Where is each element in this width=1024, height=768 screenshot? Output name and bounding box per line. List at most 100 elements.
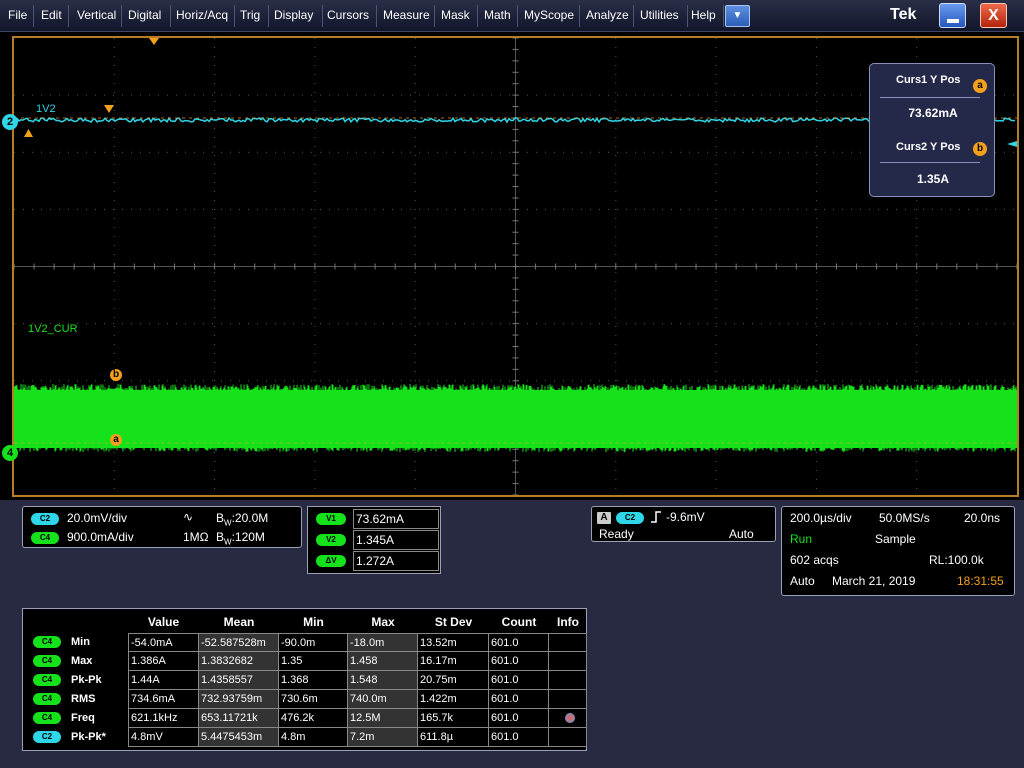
close-button[interactable]: X xyxy=(980,3,1007,28)
row-measure-name[interactable]: Freq xyxy=(71,712,95,724)
menu-mask[interactable]: Mask xyxy=(441,8,470,22)
sample-rate: 50.0MS/s xyxy=(879,511,930,525)
menu-help[interactable]: Help xyxy=(691,8,716,22)
menu-separator xyxy=(477,5,478,27)
row-measure-name[interactable]: Max xyxy=(71,655,92,667)
timebase: 200.0µs/div xyxy=(790,511,852,525)
info-icon[interactable] xyxy=(565,713,575,723)
channel-settings-panel[interactable]: C2 20.0mV/div ∿ BW:20.0M C4 900.0mA/div … xyxy=(22,506,302,548)
cell-info xyxy=(549,690,587,709)
row-channel-badge: C4 xyxy=(33,712,61,724)
cell-info xyxy=(549,671,587,690)
v2-value: 1.345A xyxy=(353,530,439,550)
curs1-badge: a xyxy=(973,79,987,93)
menu-separator xyxy=(322,5,323,27)
menu-math[interactable]: Math xyxy=(484,8,511,22)
menu-separator xyxy=(633,5,634,27)
menu-edit[interactable]: Edit xyxy=(41,8,62,22)
cell-mean: 5.4475453m xyxy=(199,728,279,747)
cursor-values-panel[interactable]: V1 73.62mA V2 1.345A ΔV 1.272A xyxy=(307,506,441,574)
cursor-b-top-marker[interactable] xyxy=(104,105,114,113)
menu-utilities[interactable]: Utilities xyxy=(640,8,679,22)
menu-digital[interactable]: Digital xyxy=(128,8,161,22)
ch4-waveform xyxy=(14,384,1017,452)
menu-horiz-acq[interactable]: Horiz/Acq xyxy=(176,8,228,22)
row-measure-name[interactable]: Pk-Pk xyxy=(71,674,102,686)
row-channel-badge: C4 xyxy=(33,693,61,705)
row-channel-badge: C2 xyxy=(33,731,61,743)
ch4-scale[interactable]: 900.0mA/div xyxy=(67,530,134,544)
trigger-panel[interactable]: A C2 -9.6mV Ready Auto xyxy=(591,506,776,542)
trigger-source-badge: C2 xyxy=(616,512,644,524)
trigger-level: -9.6mV xyxy=(666,510,705,524)
ch2-waveform xyxy=(14,116,1016,124)
status-area: C2 20.0mV/div ∿ BW:20.0M C4 900.0mA/div … xyxy=(0,500,1024,768)
divider xyxy=(880,97,980,98)
cell-min: -90.0m xyxy=(279,633,348,652)
ch4-ground-marker[interactable]: 4 xyxy=(2,445,18,461)
menu-file[interactable]: File xyxy=(8,8,27,22)
row-channel-badge: C4 xyxy=(33,655,61,667)
curs1-label: Curs1 Y Pos xyxy=(896,74,961,86)
menu-trig[interactable]: Trig xyxy=(240,8,260,22)
acq-count: 602 acqs xyxy=(790,553,839,567)
menu-separator xyxy=(268,5,269,27)
row-channel-badge: C4 xyxy=(33,674,61,686)
minimize-button[interactable] xyxy=(939,3,966,28)
record-length: RL:100.0k xyxy=(929,553,984,567)
ch4-badge[interactable]: C4 xyxy=(31,532,59,544)
cursor-readout-panel[interactable]: Curs1 Y Pos a 73.62mA Curs2 Y Pos b 1.35… xyxy=(869,63,995,197)
cell-count: 601.0 xyxy=(489,671,549,690)
run-state: Run xyxy=(790,532,813,546)
menu-dropdown-button[interactable]: ▼ xyxy=(725,5,750,27)
cell-count: 601.0 xyxy=(489,709,549,728)
resolution: 20.0ns xyxy=(964,511,1001,525)
minimize-icon xyxy=(947,19,959,23)
divider xyxy=(880,162,980,163)
curs2-badge: b xyxy=(973,142,987,156)
cell-count: 601.0 xyxy=(489,633,549,652)
menu-vertical[interactable]: Vertical xyxy=(77,8,116,22)
menu-separator xyxy=(170,5,171,27)
menu-display[interactable]: Display xyxy=(274,8,313,22)
cursor-a-marker[interactable]: a xyxy=(110,434,122,446)
trigger-state: Ready xyxy=(599,527,634,541)
cell-min: 1.35 xyxy=(279,652,348,671)
cell-min: 730.6m xyxy=(279,690,348,709)
cell-max: 1.548 xyxy=(348,671,418,690)
ch2-ground-marker[interactable]: 2 xyxy=(2,114,18,130)
header-count: Count xyxy=(501,615,537,629)
measurements-table[interactable]: Value Mean Min Max St Dev Count Info C4 Min -54.0… xyxy=(22,608,587,751)
ch2-scale[interactable]: 20.0mV/div xyxy=(67,511,127,525)
menu-analyze[interactable]: Analyze xyxy=(586,8,629,22)
trigger-level-marker[interactable] xyxy=(24,129,33,137)
cursor-b-marker[interactable]: b xyxy=(110,369,122,381)
header-min: Min xyxy=(303,615,324,629)
menu-myscope[interactable]: MyScope xyxy=(524,8,574,22)
cell-value: 734.6mA xyxy=(128,690,199,709)
row-measure-name[interactable]: Min xyxy=(71,636,90,648)
trigger-mode: Auto xyxy=(729,527,754,541)
waveform-display[interactable] xyxy=(14,38,1017,495)
tek-logo: Tek xyxy=(890,6,917,23)
menu-cursors[interactable]: Cursors xyxy=(327,8,369,22)
curs2-value: 1.35A xyxy=(916,172,950,186)
row-measure-name[interactable]: Pk-Pk* xyxy=(71,731,106,743)
menu-separator xyxy=(33,5,34,27)
menu-measure[interactable]: Measure xyxy=(383,8,430,22)
menu-separator xyxy=(434,5,435,27)
cell-max: 7.2m xyxy=(348,728,418,747)
menu-bar: ▼ Tek X File Edit Vertical Digital Horiz/Acq… xyxy=(0,0,1024,32)
cell-value: 4.8mV xyxy=(128,728,199,747)
v1-value: 73.62mA xyxy=(353,509,439,529)
acquisition-panel[interactable]: 200.0µs/div 50.0MS/s 20.0ns Run Sample 6… xyxy=(781,506,1015,596)
cell-value: 621.1kHz xyxy=(128,709,199,728)
acq-mode: Sample xyxy=(875,532,916,546)
row-measure-name[interactable]: RMS xyxy=(71,693,95,705)
menu-separator xyxy=(517,5,518,27)
cell-min: 1.368 xyxy=(279,671,348,690)
cell-st-dev: 13.52m xyxy=(418,633,489,652)
trigger-position-marker[interactable] xyxy=(149,38,159,45)
trig-mode: Auto xyxy=(790,574,815,588)
ch2-badge[interactable]: C2 xyxy=(31,513,59,525)
